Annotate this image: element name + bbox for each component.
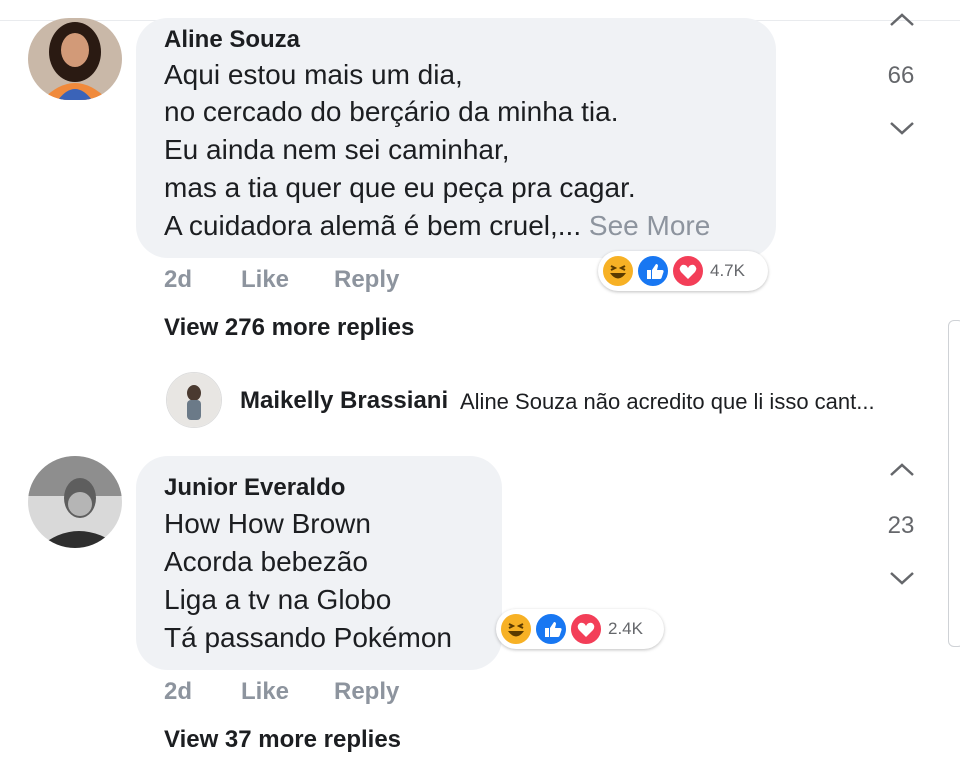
view-more-replies-link[interactable]: View 276 more replies: [164, 314, 414, 342]
love-icon: [569, 612, 603, 646]
comment-time[interactable]: 2d: [164, 266, 192, 294]
avatar[interactable]: [28, 456, 122, 548]
reply-preview-text[interactable]: Aline Souza não acredito que li isso can…: [460, 389, 875, 415]
comment-text-line: Tá passando Pokémon: [164, 622, 452, 653]
comment-text-line: no cercado do berçário da minha tia.: [164, 96, 619, 127]
reply-button[interactable]: Reply: [334, 678, 399, 706]
comment-text-line: A cuidadora alemã é bem cruel,... See Mo…: [164, 210, 710, 242]
reply-avatar[interactable]: [166, 372, 222, 428]
upvote-icon[interactable]: [888, 462, 916, 483]
comment-author[interactable]: Aline Souza: [164, 26, 300, 54]
reply-author[interactable]: Maikelly Brassiani: [240, 387, 448, 415]
reaction-summary[interactable]: 2.4K: [496, 609, 664, 649]
downvote-icon[interactable]: [888, 570, 916, 591]
like-button[interactable]: Like: [241, 678, 289, 706]
comment-time[interactable]: 2d: [164, 678, 192, 706]
reaction-count: 2.4K: [608, 619, 643, 638]
avatar[interactable]: [28, 18, 122, 100]
downvote-icon[interactable]: [888, 120, 916, 141]
reaction-count: 4.7K: [710, 261, 745, 280]
reaction-summary[interactable]: 4.7K: [598, 251, 768, 291]
comment-author[interactable]: Junior Everaldo: [164, 474, 345, 502]
upvote-icon[interactable]: [888, 12, 916, 33]
comment-text-line: mas a tia quer que eu peça pra cagar.: [164, 172, 636, 203]
vote-count: 66: [887, 62, 915, 89]
see-more-link[interactable]: See More: [589, 210, 710, 241]
comment-text-line: How How Brown: [164, 508, 371, 539]
comment-text-line: Eu ainda nem sei caminhar,: [164, 134, 510, 165]
like-icon: [534, 612, 568, 646]
reply-button[interactable]: Reply: [334, 266, 399, 294]
haha-icon: [601, 254, 635, 288]
like-icon: [636, 254, 670, 288]
like-button[interactable]: Like: [241, 266, 289, 294]
comment-text-line: Aqui estou mais um dia,: [164, 59, 463, 90]
comment-text-line: Acorda bebezão: [164, 546, 368, 577]
comment-text-line: Liga a tv na Globo: [164, 584, 392, 615]
haha-icon: [499, 612, 533, 646]
view-more-replies-link[interactable]: View 37 more replies: [164, 726, 401, 754]
love-icon: [671, 254, 705, 288]
comment-text-truncated: A cuidadora alemã é bem cruel,...: [164, 210, 582, 241]
vote-count: 23: [887, 512, 915, 539]
scrollbar[interactable]: [948, 320, 960, 647]
